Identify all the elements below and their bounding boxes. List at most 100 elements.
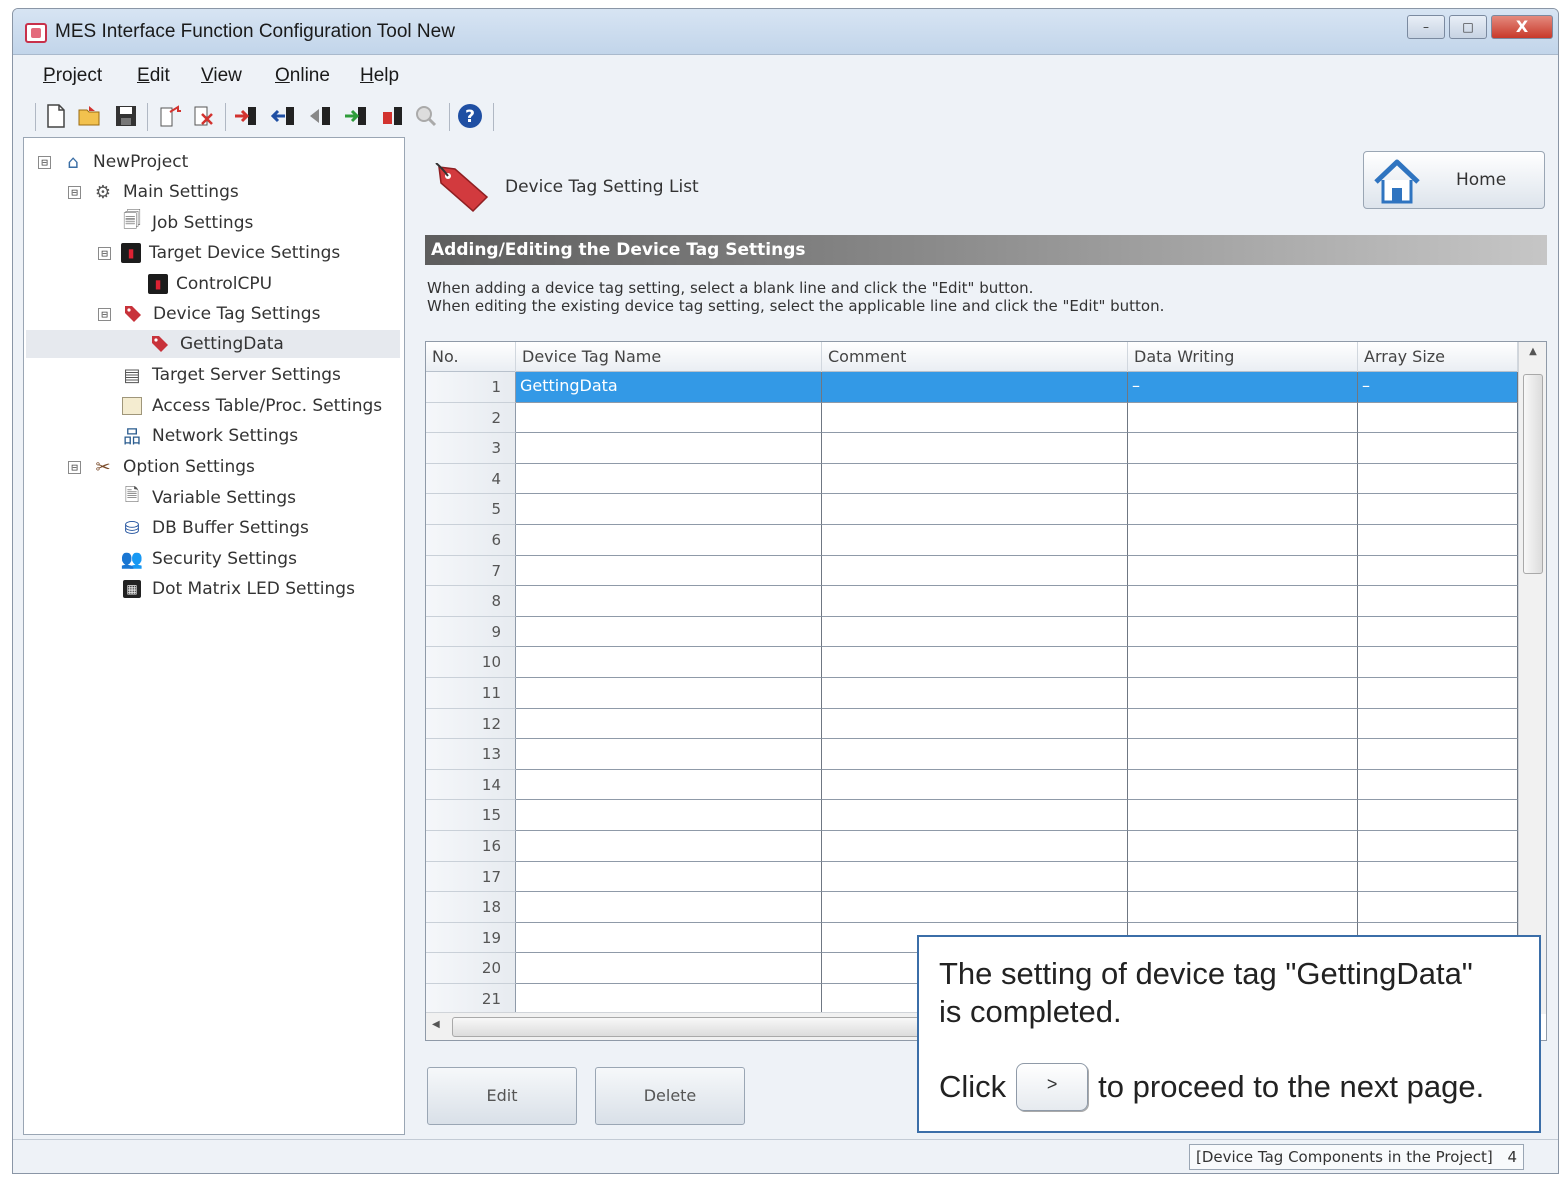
- table-row[interactable]: 8: [426, 586, 1518, 617]
- column-header-comment[interactable]: Comment: [822, 342, 1128, 372]
- stop-icon[interactable]: [379, 103, 405, 129]
- tree-item-gettingdata[interactable]: GettingData: [26, 330, 400, 358]
- tree-item-newproject[interactable]: ⊟ ⌂ NewProject: [38, 148, 188, 176]
- cell-array-size[interactable]: [1358, 463, 1518, 495]
- tree-item-security-settings[interactable]: 👥 Security Settings: [120, 545, 297, 573]
- column-header-data-writing[interactable]: Data Writing: [1128, 342, 1358, 372]
- write-to-icon[interactable]: [271, 103, 297, 129]
- cell-device-tag-name[interactable]: [516, 494, 822, 525]
- cell-data-writing[interactable]: [1128, 402, 1358, 434]
- tree-item-dot-matrix-led-settings[interactable]: ▦ Dot Matrix LED Settings: [120, 575, 355, 603]
- cell-array-size[interactable]: [1358, 494, 1518, 525]
- table-row[interactable]: 15: [426, 800, 1518, 831]
- scroll-left-icon[interactable]: ◀: [432, 1019, 440, 1030]
- tree-item-job-settings[interactable]: 🗐 Job Settings: [120, 209, 253, 237]
- cell-comment[interactable]: [822, 372, 1128, 403]
- row-number[interactable]: 9: [426, 616, 516, 648]
- tree-item-main-settings[interactable]: ⊟ ⚙ Main Settings: [68, 178, 239, 206]
- delete-button[interactable]: Delete: [595, 1067, 745, 1125]
- collapse-icon[interactable]: ⊟: [68, 185, 81, 199]
- cell-comment[interactable]: [822, 831, 1128, 862]
- new-file-icon[interactable]: [43, 103, 69, 129]
- cell-comment[interactable]: [822, 555, 1128, 587]
- row-number[interactable]: 6: [426, 525, 516, 556]
- cell-array-size[interactable]: [1358, 800, 1518, 831]
- help-icon[interactable]: ?: [457, 103, 483, 129]
- cell-array-size[interactable]: [1358, 525, 1518, 556]
- cell-device-tag-name[interactable]: [516, 953, 822, 984]
- cell-data-writing[interactable]: [1128, 678, 1358, 709]
- cell-array-size[interactable]: [1358, 892, 1518, 923]
- table-row[interactable]: 7: [426, 555, 1518, 587]
- cell-data-writing[interactable]: [1128, 616, 1358, 648]
- cell-data-writing[interactable]: [1128, 463, 1358, 495]
- row-number[interactable]: 12: [426, 708, 516, 740]
- cell-data-writing[interactable]: [1128, 433, 1358, 464]
- cell-device-tag-name[interactable]: [516, 861, 822, 893]
- edit-button[interactable]: Edit: [427, 1067, 577, 1125]
- cell-array-size[interactable]: [1358, 861, 1518, 893]
- cell-device-tag-name[interactable]: [516, 922, 822, 954]
- menu-view[interactable]: View: [201, 65, 242, 87]
- table-row[interactable]: 1 GettingData – –: [426, 372, 1518, 403]
- column-header-no[interactable]: No.: [426, 342, 516, 372]
- cell-array-size[interactable]: [1358, 739, 1518, 770]
- cell-device-tag-name[interactable]: [516, 433, 822, 464]
- collapse-icon[interactable]: ⊟: [98, 246, 111, 260]
- row-number[interactable]: 19: [426, 922, 516, 954]
- cell-device-tag-name[interactable]: [516, 616, 822, 648]
- cell-data-writing[interactable]: [1128, 647, 1358, 678]
- cell-array-size[interactable]: [1358, 708, 1518, 740]
- cell-comment[interactable]: [822, 433, 1128, 464]
- row-number[interactable]: 16: [426, 831, 516, 862]
- cell-device-tag-name[interactable]: [516, 892, 822, 923]
- cell-device-tag-name[interactable]: [516, 769, 822, 801]
- home-button[interactable]: Home: [1363, 151, 1545, 209]
- cell-array-size[interactable]: [1358, 616, 1518, 648]
- table-row[interactable]: 11: [426, 678, 1518, 709]
- row-number[interactable]: 21: [426, 984, 516, 1015]
- cell-comment[interactable]: [822, 800, 1128, 831]
- row-number[interactable]: 17: [426, 861, 516, 893]
- cell-comment[interactable]: [822, 708, 1128, 740]
- cell-comment[interactable]: [822, 739, 1128, 770]
- table-row[interactable]: 9: [426, 616, 1518, 648]
- read-from-icon[interactable]: [233, 103, 259, 129]
- table-row[interactable]: 2: [426, 402, 1518, 434]
- collapse-icon[interactable]: ⊟: [98, 307, 111, 321]
- tree-item-variable-settings[interactable]: 🗎 Variable Settings: [120, 484, 296, 512]
- cell-data-writing[interactable]: [1128, 708, 1358, 740]
- table-row[interactable]: 13: [426, 739, 1518, 770]
- minimize-button[interactable]: –: [1407, 15, 1445, 39]
- cell-device-tag-name[interactable]: [516, 586, 822, 617]
- tree-item-controlcpu[interactable]: ▮ ControlCPU: [148, 270, 272, 298]
- export-icon[interactable]: [157, 103, 183, 129]
- cell-array-size[interactable]: [1358, 678, 1518, 709]
- table-row[interactable]: 4: [426, 463, 1518, 495]
- tree-item-db-buffer-settings[interactable]: ⛁ DB Buffer Settings: [120, 514, 308, 542]
- row-number[interactable]: 10: [426, 647, 516, 678]
- cell-data-writing[interactable]: [1128, 586, 1358, 617]
- cell-comment[interactable]: [822, 586, 1128, 617]
- collapse-icon[interactable]: ⊟: [38, 155, 51, 169]
- row-number[interactable]: 15: [426, 800, 516, 831]
- scroll-thumb[interactable]: [1523, 374, 1543, 574]
- cell-array-size[interactable]: [1358, 555, 1518, 587]
- cell-comment[interactable]: [822, 647, 1128, 678]
- table-row[interactable]: 3: [426, 433, 1518, 464]
- table-row[interactable]: 10: [426, 647, 1518, 678]
- scroll-up-icon[interactable]: ▲: [1519, 346, 1546, 357]
- delete-icon[interactable]: [191, 103, 217, 129]
- row-number[interactable]: 8: [426, 586, 516, 617]
- open-folder-icon[interactable]: [77, 103, 103, 129]
- row-number[interactable]: 20: [426, 953, 516, 984]
- table-row[interactable]: 14: [426, 769, 1518, 801]
- tree-item-target-device-settings[interactable]: ⊟ ▮ Target Device Settings: [98, 239, 340, 267]
- menu-online[interactable]: Online: [275, 65, 330, 87]
- cell-array-size[interactable]: [1358, 769, 1518, 801]
- cell-device-tag-name[interactable]: [516, 678, 822, 709]
- cell-device-tag-name[interactable]: [516, 525, 822, 556]
- transfer-icon[interactable]: [343, 103, 369, 129]
- cell-comment[interactable]: [822, 616, 1128, 648]
- row-number[interactable]: 14: [426, 769, 516, 801]
